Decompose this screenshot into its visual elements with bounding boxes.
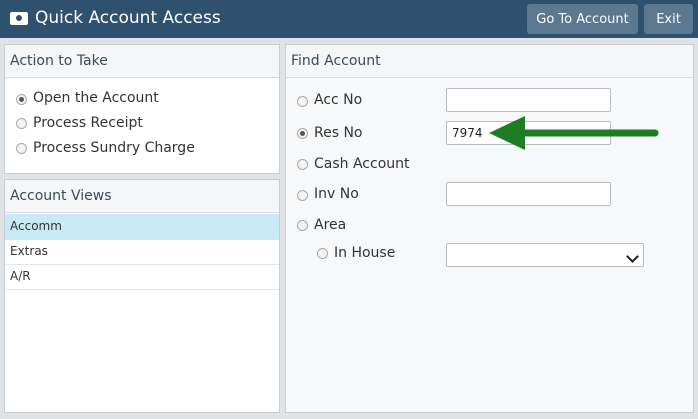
view-item-ar[interactable]: A/R (5, 264, 279, 290)
res-no-radio[interactable] (297, 128, 308, 139)
acc-no-label: Acc No (314, 92, 363, 108)
view-item-extras[interactable]: Extras (5, 239, 279, 265)
find-account-panel: Find Account Acc No Res No Cash Account … (285, 44, 694, 413)
exit-button[interactable]: Exit (644, 4, 693, 34)
annotation-arrow (489, 116, 659, 150)
open-account-radio[interactable] (16, 94, 27, 105)
inv-no-radio[interactable] (297, 190, 308, 201)
in-house-select[interactable] (446, 243, 644, 267)
arrow-head (489, 116, 525, 150)
action-panel: Action to Take Open the Account Process … (4, 44, 280, 174)
res-no-label: Res No (314, 125, 363, 141)
cash-icon (10, 12, 28, 25)
account-views-heading: Account Views (5, 180, 279, 213)
in-house-radio[interactable] (317, 248, 328, 259)
title-bar: Quick Account Access Go To Account Exit (0, 0, 698, 38)
account-views-panel: Account Views Accomm Extras A/R (4, 179, 280, 413)
process-sundry-charge-label: Process Sundry Charge (33, 140, 195, 156)
chevron-down-icon (626, 250, 639, 263)
process-sundry-charge-radio[interactable] (16, 143, 27, 154)
action-panel-heading: Action to Take (5, 45, 279, 78)
window-title: Quick Account Access (35, 8, 221, 28)
inv-no-input[interactable] (446, 182, 611, 206)
cash-account-label: Cash Account (314, 156, 410, 172)
acc-no-radio[interactable] (297, 96, 308, 107)
view-item-accomm[interactable]: Accomm (5, 214, 279, 240)
area-radio[interactable] (297, 220, 308, 231)
cash-account-radio[interactable] (297, 159, 308, 170)
acc-no-input[interactable] (446, 88, 611, 112)
in-house-label: In House (334, 245, 396, 261)
inv-no-label: Inv No (314, 186, 359, 202)
area-label: Area (314, 217, 347, 233)
process-receipt-label: Process Receipt (33, 115, 143, 131)
go-to-account-button[interactable]: Go To Account (527, 4, 638, 34)
process-receipt-radio[interactable] (16, 118, 27, 129)
find-account-heading: Find Account (286, 45, 693, 78)
open-account-label: Open the Account (33, 90, 159, 106)
